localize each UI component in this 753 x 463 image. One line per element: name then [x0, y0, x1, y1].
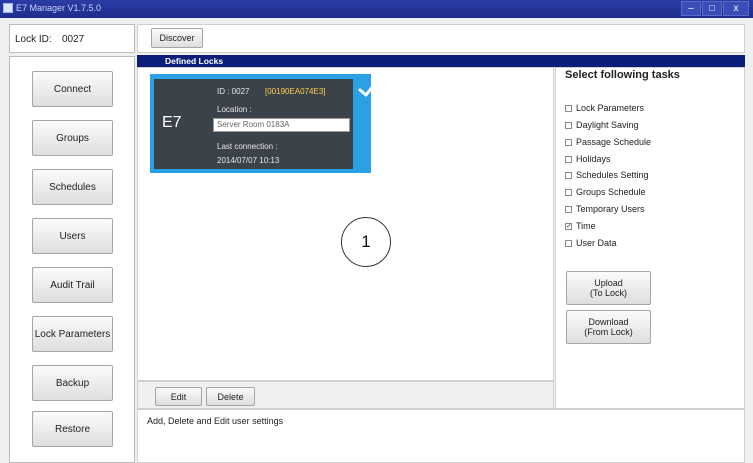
task-label: Passage Schedule — [576, 137, 652, 147]
defined-locks-title: Defined Locks — [165, 56, 224, 66]
task-daylight-saving[interactable]: Daylight Saving — [565, 118, 639, 132]
maximize-button[interactable]: □ — [702, 1, 722, 16]
lock-card-last-connection: 2014/07/07 10:13 — [217, 156, 280, 165]
task-checkbox[interactable] — [565, 239, 572, 247]
upload-button-line2: (To Lock) — [589, 288, 627, 298]
lock-id-panel: Lock ID: 0027 — [9, 24, 135, 53]
status-text: Add, Delete and Edit user settings — [147, 416, 284, 426]
defined-locks-header — [137, 55, 745, 67]
task-label: Schedules Setting — [576, 170, 649, 180]
nav-backup-button[interactable]: Backup — [32, 365, 113, 401]
download-button[interactable]: Download (From Lock) — [566, 310, 651, 344]
upload-button-line1: Upload — [594, 278, 623, 288]
callout-number: 1 — [341, 217, 391, 267]
task-label: Holidays — [576, 154, 611, 164]
task-label: Groups Schedule — [576, 187, 646, 197]
task-label: Lock Parameters — [576, 103, 645, 113]
lock-card-location-label: Location : — [217, 105, 252, 114]
task-passage-schedule[interactable]: Passage Schedule — [565, 135, 651, 149]
task-groups-schedule[interactable]: Groups Schedule — [565, 185, 646, 199]
task-checkbox[interactable] — [565, 155, 572, 163]
task-checkbox[interactable] — [565, 104, 572, 112]
task-label: User Data — [576, 238, 617, 248]
nav-audit-trail-button[interactable]: Audit Trail — [32, 267, 113, 303]
nav-restore-button[interactable]: Restore — [32, 411, 113, 447]
task-schedules-setting[interactable]: Schedules Setting — [565, 168, 649, 182]
delete-button[interactable]: Delete — [206, 387, 255, 406]
lock-card-id: ID : 0027 — [217, 87, 250, 96]
upload-button[interactable]: Upload (To Lock) — [566, 271, 651, 305]
minimize-button[interactable]: – — [681, 1, 701, 16]
lock-card-last-connection-label: Last connection : — [217, 142, 278, 151]
discover-button[interactable]: Discover — [151, 28, 203, 48]
lock-card-mac: [00190EA074E3] — [265, 87, 326, 96]
download-button-line2: (From Lock) — [584, 327, 633, 337]
lock-location-field[interactable]: Server Room 0183A — [213, 118, 350, 132]
nav-panel — [9, 56, 135, 463]
lock-id-label: Lock ID: — [15, 34, 52, 45]
task-lock-parameters[interactable]: Lock Parameters — [565, 101, 644, 115]
edit-button[interactable]: Edit — [155, 387, 202, 406]
tasks-title: Select following tasks — [565, 69, 680, 81]
nav-lock-parameters-button[interactable]: Lock Parameters — [32, 316, 113, 352]
task-checkbox[interactable] — [565, 121, 572, 129]
task-checkbox[interactable] — [565, 138, 572, 146]
task-time[interactable]: ✓ Time — [565, 219, 596, 233]
task-holidays[interactable]: Holidays — [565, 152, 611, 166]
task-label: Daylight Saving — [576, 120, 639, 130]
toolbar — [137, 24, 745, 53]
task-checkbox[interactable] — [565, 171, 572, 179]
window-title: E7 Manager V1.7.5.0 — [16, 3, 102, 13]
task-label: Time — [576, 221, 596, 231]
close-button[interactable]: x — [723, 1, 749, 16]
check-icon — [358, 79, 379, 97]
task-checkbox[interactable] — [565, 188, 572, 196]
nav-connect-button[interactable]: Connect — [32, 71, 113, 107]
lock-model: E7 — [162, 114, 182, 131]
nav-users-button[interactable]: Users — [32, 218, 113, 254]
title-bar: E7 Manager V1.7.5.0 – □ x — [0, 0, 753, 18]
app-window: E7 Manager V1.7.5.0 – □ x Lock ID: 0027 … — [0, 0, 753, 463]
task-user-data[interactable]: User Data — [565, 236, 617, 250]
task-checkbox-checked[interactable]: ✓ — [565, 222, 572, 230]
download-button-line1: Download — [588, 317, 629, 327]
task-label: Temporary Users — [576, 204, 645, 214]
task-temporary-users[interactable]: Temporary Users — [565, 202, 645, 216]
nav-schedules-button[interactable]: Schedules — [32, 169, 113, 205]
app-icon — [3, 3, 13, 13]
nav-groups-button[interactable]: Groups — [32, 120, 113, 156]
task-checkbox[interactable] — [565, 205, 572, 213]
lock-id-value: 0027 — [62, 34, 85, 45]
